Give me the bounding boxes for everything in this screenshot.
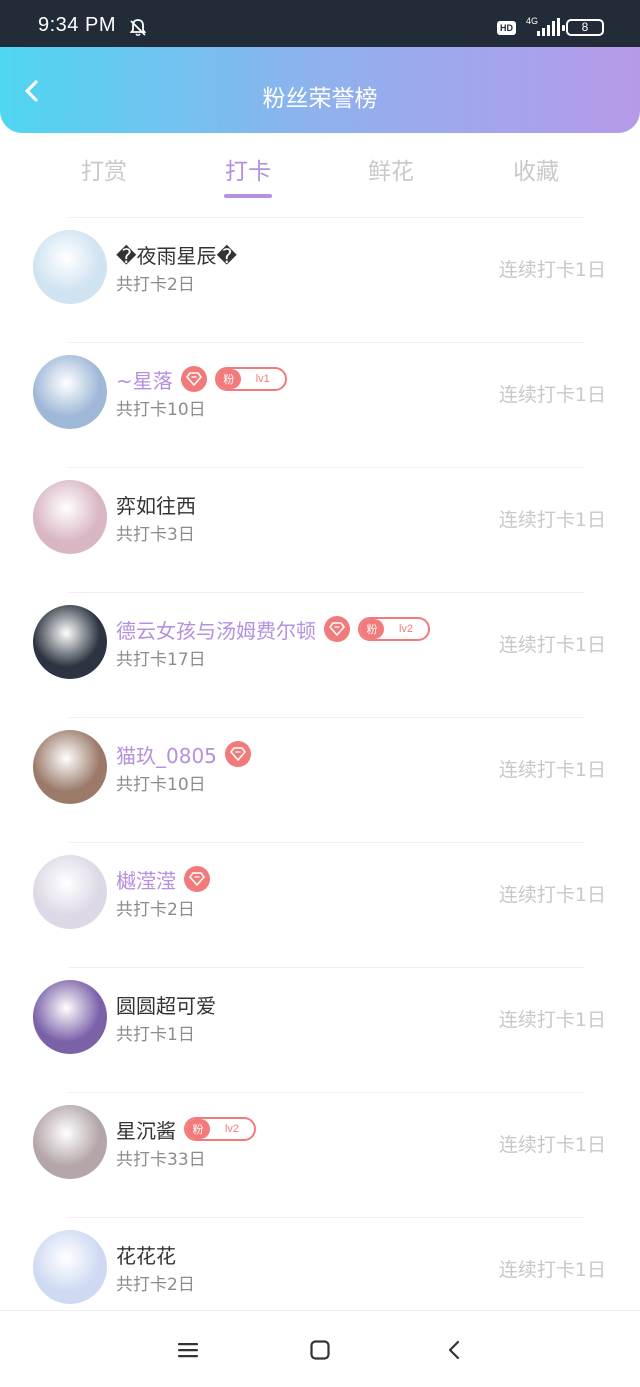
menu-icon[interactable] [176, 1338, 200, 1362]
fan-name[interactable]: 猫玖_0805 [116, 740, 217, 769]
avatar[interactable] [33, 1105, 107, 1179]
total-checkin: 共打卡10日 [116, 400, 206, 420]
status-bar: 9:34 PM HD 4G 8 [0, 0, 640, 47]
streak-checkin: 连续打卡1日 [498, 509, 606, 531]
total-checkin: 共打卡17日 [116, 650, 206, 670]
page-title: 粉丝荣誉榜 [262, 86, 378, 112]
tab-favorites[interactable]: 收藏 [486, 152, 586, 186]
fan-tag: 粉 [186, 1119, 210, 1139]
fan-level: lv2 [224, 1123, 240, 1135]
avatar[interactable] [33, 1230, 107, 1304]
list-item[interactable]: 弈如往西共打卡3日 连续打卡1日 [0, 467, 640, 592]
diamond-icon [184, 866, 210, 892]
streak-checkin: 连续打卡1日 [498, 759, 606, 781]
fan-name[interactable]: 花花花 [116, 1240, 176, 1269]
list-item[interactable]: 德云女孩与汤姆费尔顿 粉 lv2 共打卡17日 连续打卡1日 [0, 592, 640, 717]
list-item[interactable]: �夜雨星辰� 共打卡2日 连续打卡1日 [0, 217, 640, 342]
avatar[interactable] [33, 480, 107, 554]
diamond-icon [180, 366, 207, 392]
avatar[interactable] [33, 730, 107, 804]
avatar[interactable] [33, 355, 107, 429]
fan-name[interactable]: �夜雨星辰� [116, 240, 237, 269]
signal-icon [537, 18, 560, 36]
streak-checkin: 连续打卡1日 [498, 1134, 606, 1156]
streak-checkin: 连续打卡1日 [498, 884, 606, 906]
tab-checkin[interactable]: 打卡 [198, 152, 298, 186]
avatar[interactable] [33, 855, 107, 929]
row-divider [68, 717, 584, 718]
name-line: 弈如往西 [116, 489, 196, 519]
total-checkin: 共打卡2日 [116, 275, 195, 295]
app-header: 粉丝荣誉榜 [0, 47, 640, 133]
fan-tag: 粉 [216, 369, 241, 389]
fan-name[interactable]: 德云女孩与汤姆费尔顿 [116, 615, 316, 644]
fan-name[interactable]: ~星落 [116, 365, 173, 394]
tab-flowers[interactable]: 鲜花 [341, 152, 441, 186]
streak-checkin: 连续打卡1日 [498, 1009, 606, 1031]
row-divider [68, 842, 584, 843]
avatar[interactable] [33, 230, 107, 304]
total-checkin: 共打卡2日 [116, 900, 195, 920]
name-line: 星沉酱粉 lv2 [116, 1114, 256, 1144]
row-divider [68, 1217, 584, 1218]
list-item[interactable]: 星沉酱粉 lv2 共打卡33日 连续打卡1日 [0, 1092, 640, 1217]
list-item[interactable]: ~星落 粉 lv1 共打卡10日 连续打卡1日 [0, 342, 640, 467]
fan-level-badge: 粉 lv1 [214, 367, 287, 391]
fan-name[interactable]: 弈如往西 [116, 490, 196, 519]
diamond-icon [324, 616, 350, 642]
tab-reward[interactable]: 打赏 [54, 152, 154, 186]
battery-level: 8 [581, 20, 589, 34]
streak-checkin: 连续打卡1日 [498, 259, 606, 281]
diamond-icon [224, 741, 251, 767]
list-item[interactable]: 圆圆超可爱共打卡1日 连续打卡1日 [0, 967, 640, 1092]
avatar[interactable] [33, 605, 107, 679]
total-checkin: 共打卡1日 [116, 1025, 195, 1045]
name-line: 樾滢滢 [116, 864, 210, 894]
system-nav-bar [0, 1310, 640, 1387]
list-item[interactable]: 猫玖_0805 共打卡10日 连续打卡1日 [0, 717, 640, 842]
row-divider [68, 592, 584, 593]
hd-icon: HD [497, 21, 516, 35]
fan-name[interactable]: 星沉酱 [116, 1115, 176, 1144]
fan-level: lv1 [255, 373, 270, 385]
name-line: 猫玖_0805 [116, 739, 251, 769]
streak-checkin: 连续打卡1日 [498, 1259, 606, 1281]
name-line: ~星落 粉 lv1 [116, 364, 287, 394]
row-divider [68, 217, 584, 218]
tab-active-indicator [224, 194, 272, 198]
fan-ranking-list: �夜雨星辰� 共打卡2日 连续打卡1日 ~星落粉 lv1 共打卡10日 连续打卡1日 弈如往西… [0, 217, 640, 1342]
fan-level: lv2 [398, 623, 414, 635]
name-line: 花花花 [116, 1239, 176, 1269]
total-checkin: 共打卡2日 [116, 1275, 195, 1295]
total-checkin: 共打卡10日 [116, 775, 206, 795]
total-checkin: 共打卡3日 [116, 525, 195, 545]
row-divider [68, 967, 584, 968]
home-square-icon[interactable] [308, 1338, 332, 1362]
streak-checkin: 连续打卡1日 [498, 384, 606, 406]
row-divider [68, 467, 584, 468]
fan-name[interactable]: 圆圆超可爱 [116, 990, 216, 1019]
name-line: 德云女孩与汤姆费尔顿 粉 lv2 [116, 614, 430, 644]
name-line: �夜雨星辰� [116, 239, 237, 269]
tab-bar: 打赏 打卡 鲜花 收藏 [0, 146, 640, 206]
fan-name[interactable]: 樾滢滢 [116, 865, 176, 894]
status-time: 9:34 PM [38, 14, 116, 36]
row-divider [68, 1092, 584, 1093]
fan-level-badge: 粉 lv2 [184, 1117, 256, 1141]
total-checkin: 共打卡33日 [116, 1150, 206, 1170]
name-line: 圆圆超可爱 [116, 989, 216, 1019]
avatar[interactable] [33, 980, 107, 1054]
fan-tag: 粉 [360, 619, 384, 639]
row-divider [68, 342, 584, 343]
bell-off-icon [129, 19, 147, 37]
streak-checkin: 连续打卡1日 [498, 634, 606, 656]
list-item[interactable]: 樾滢滢共打卡2日 连续打卡1日 [0, 842, 640, 967]
back-triangle-icon[interactable] [443, 1338, 467, 1362]
battery-icon: 8 [562, 19, 604, 36]
fan-level-badge: 粉 lv2 [358, 617, 430, 641]
